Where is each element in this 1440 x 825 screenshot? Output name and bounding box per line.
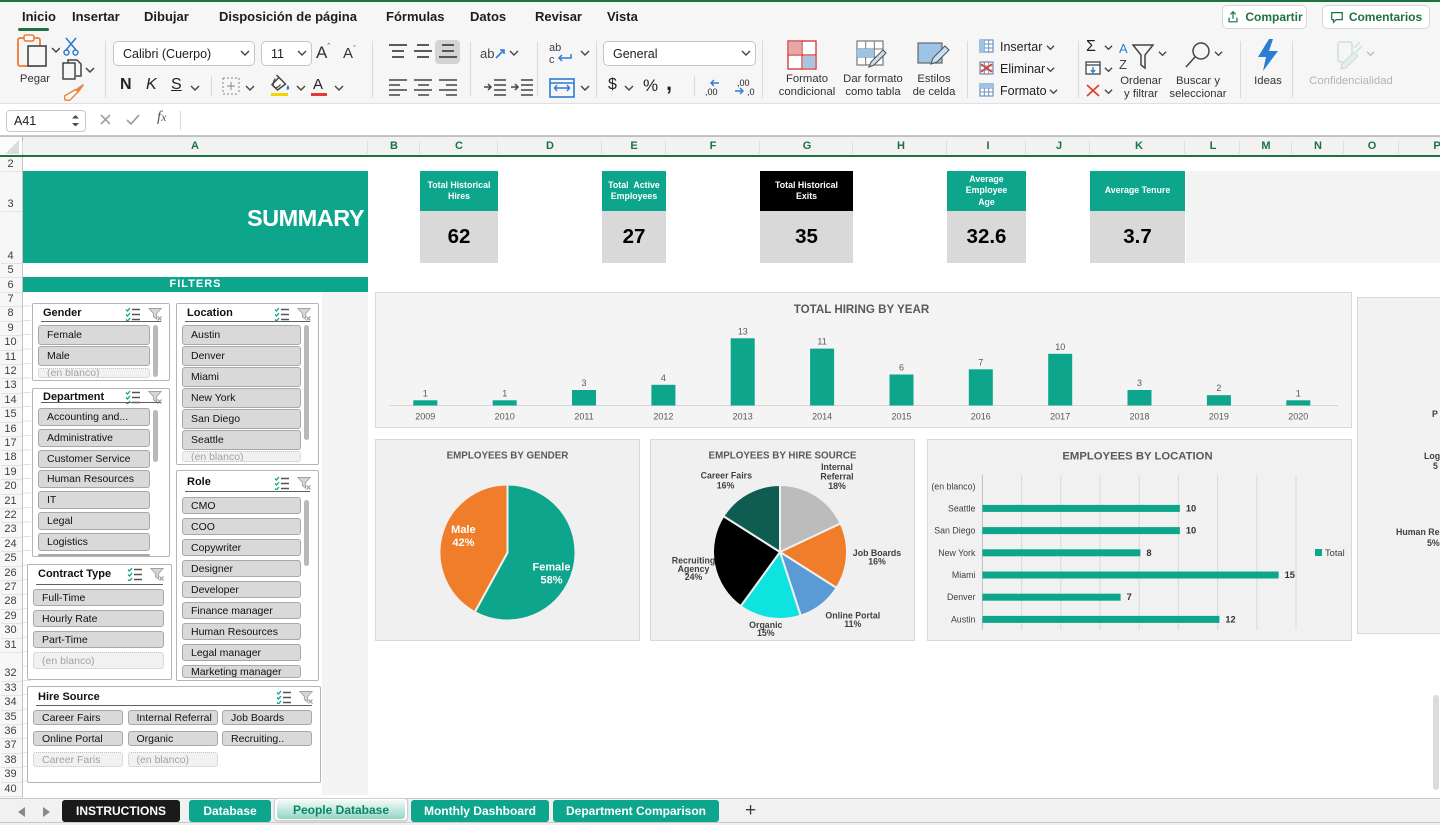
- svg-text:16%: 16%: [717, 480, 735, 490]
- svg-text:6: 6: [899, 363, 904, 373]
- svg-text:c: c: [549, 54, 555, 66]
- svg-text:,00: ,00: [705, 87, 718, 96]
- svg-text:2010: 2010: [495, 412, 515, 422]
- svg-text:18%: 18%: [828, 481, 846, 491]
- svg-text:15: 15: [1285, 570, 1295, 580]
- svg-text:1: 1: [423, 388, 428, 398]
- svg-text:10: 10: [1186, 526, 1196, 536]
- svg-text:16%: 16%: [868, 556, 886, 566]
- svg-text:12: 12: [1225, 614, 1235, 624]
- svg-text:2014: 2014: [812, 412, 832, 422]
- svg-text:Male: Male: [451, 524, 475, 536]
- svg-text:13: 13: [738, 326, 748, 336]
- svg-text:2017: 2017: [1050, 412, 1070, 422]
- svg-text:58%: 58%: [540, 575, 562, 587]
- svg-text:4: 4: [661, 373, 666, 383]
- svg-text:2012: 2012: [653, 412, 673, 422]
- svg-text:1: 1: [502, 388, 507, 398]
- svg-text:EMPLOYEES BY HIRE SOURCE: EMPLOYEES BY HIRE SOURCE: [709, 451, 857, 462]
- svg-text:2015: 2015: [891, 412, 911, 422]
- svg-text:10: 10: [1186, 503, 1196, 513]
- svg-text:2011: 2011: [574, 412, 593, 422]
- svg-text:Miami: Miami: [952, 570, 976, 580]
- svg-text:2013: 2013: [733, 412, 753, 422]
- svg-text:(en blanco): (en blanco): [931, 481, 975, 491]
- svg-text:10: 10: [1055, 342, 1065, 352]
- svg-text:3: 3: [581, 378, 586, 388]
- svg-text:TOTAL HIRING BY YEAR: TOTAL HIRING BY YEAR: [794, 303, 930, 316]
- svg-text:2018: 2018: [1129, 412, 1149, 422]
- svg-text:Female: Female: [533, 562, 571, 574]
- svg-text:Austin: Austin: [951, 614, 976, 624]
- svg-text:7: 7: [1127, 592, 1132, 602]
- svg-text:Career Fairs: Career Fairs: [701, 470, 752, 480]
- svg-text:24%: 24%: [685, 572, 703, 582]
- svg-text:11: 11: [817, 337, 826, 347]
- svg-text:2019: 2019: [1209, 412, 1229, 422]
- svg-text:11%: 11%: [844, 619, 861, 629]
- svg-text:,0: ,0: [747, 87, 755, 96]
- svg-text:15%: 15%: [757, 628, 775, 638]
- svg-text:42%: 42%: [452, 537, 474, 549]
- svg-text:New York: New York: [938, 548, 976, 558]
- svg-text:2020: 2020: [1288, 412, 1308, 422]
- svg-text:ab: ab: [480, 46, 494, 61]
- svg-text:1: 1: [1296, 388, 1301, 398]
- svg-text:2: 2: [1216, 383, 1221, 393]
- svg-text:Denver: Denver: [947, 592, 975, 602]
- svg-text:Internal: Internal: [821, 462, 853, 472]
- svg-text:8: 8: [1146, 548, 1151, 558]
- svg-text:7: 7: [978, 357, 983, 367]
- svg-text:EMPLOYEES BY LOCATION: EMPLOYEES BY LOCATION: [1062, 451, 1212, 463]
- svg-text:EMPLOYEES BY GENDER: EMPLOYEES BY GENDER: [447, 451, 569, 462]
- svg-text:2009: 2009: [415, 412, 435, 422]
- svg-text:San Diego: San Diego: [934, 526, 975, 536]
- svg-text:ab: ab: [549, 42, 561, 54]
- svg-text:2016: 2016: [971, 412, 991, 422]
- svg-text:3: 3: [1137, 378, 1142, 388]
- svg-text:Seattle: Seattle: [948, 503, 975, 513]
- svg-text:Total: Total: [1325, 548, 1345, 558]
- svg-text:Referral: Referral: [820, 472, 853, 482]
